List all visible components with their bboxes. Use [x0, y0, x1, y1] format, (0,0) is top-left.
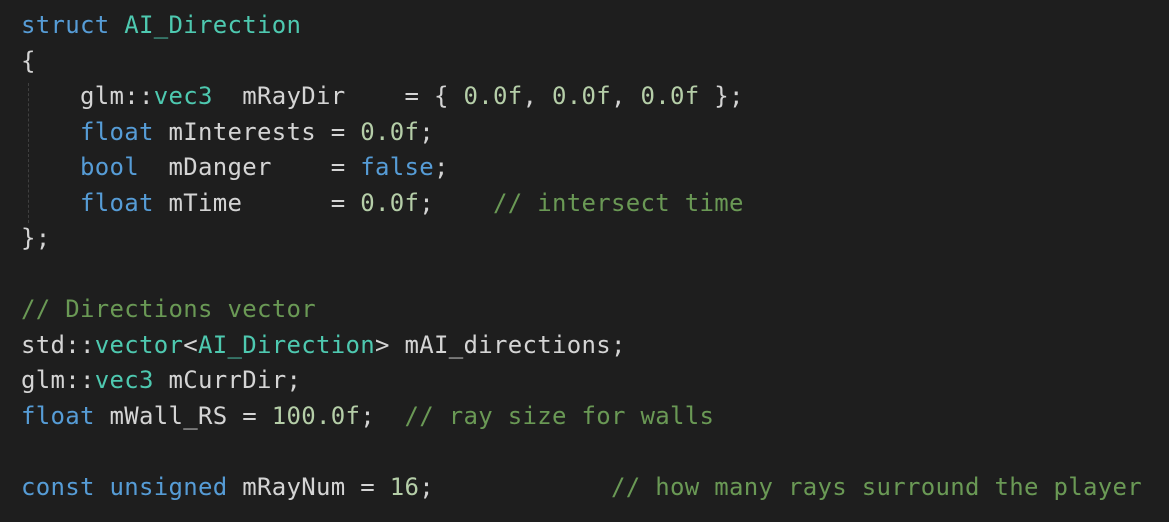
code-token: ; [360, 401, 405, 430]
code-token: bool [80, 153, 139, 181]
code-token: mTime = [153, 188, 361, 217]
code-token: ; [419, 188, 493, 217]
code-line[interactable]: float mInterests = 0.0f; [21, 115, 434, 151]
code-token: 16 [389, 472, 420, 501]
code-line[interactable]: float mWall_RS = 100.0f; // ray size for… [21, 399, 714, 435]
code-line[interactable]: glm::vec3 mRayDir = { 0.0f, 0.0f, 0.0f }… [21, 79, 744, 115]
code-token: mDanger = [139, 153, 361, 181]
code-token: , [611, 82, 641, 110]
code-token: mWall_RS = [94, 401, 272, 430]
code-token: // how many rays surround the player [611, 472, 1142, 501]
code-token: 0.0f [552, 82, 611, 110]
code-token: 0.0f [640, 82, 700, 110]
code-token: glm:: [21, 366, 95, 394]
code-line[interactable]: // Directions vector [21, 292, 316, 328]
code-token: AI_Direction [124, 11, 302, 39]
code-token: // intersect time [493, 188, 744, 217]
code-token: ; [434, 153, 449, 181]
code-line[interactable]: glm::vec3 mCurrDir; [21, 363, 301, 399]
code-token: mCurrDir; [153, 366, 302, 394]
code-token: { [21, 46, 36, 75]
code-token: AI_Direction [198, 330, 375, 359]
code-token: < [183, 330, 198, 359]
code-line[interactable]: }; [21, 221, 51, 257]
code-line[interactable]: const unsigned mRayNum = 16; // how many… [21, 470, 1142, 506]
code-token: unsigned [109, 472, 228, 501]
code-editor[interactable]: struct AI_Direction{ glm::vec3 mRayDir =… [0, 0, 1169, 522]
code-token: // Directions vector [21, 295, 316, 323]
code-line[interactable]: struct AI_Direction [21, 8, 301, 44]
code-token: 0.0f [360, 117, 420, 146]
code-token: > mAI_directions; [375, 330, 626, 359]
code-token: ; [419, 472, 611, 501]
code-token: mRayDir = { [212, 82, 464, 110]
code-token: struct [21, 11, 125, 39]
code-token: vector [94, 330, 184, 359]
code-token: , [522, 82, 552, 110]
code-token: false [360, 153, 434, 181]
code-token: 100.0f [271, 401, 361, 430]
code-token: }; [21, 224, 51, 252]
code-token: float [80, 188, 154, 217]
code-token: const [21, 472, 95, 501]
code-line[interactable]: std::vector<AI_Direction> mAI_directions… [21, 328, 626, 364]
code-token: }; [699, 82, 744, 110]
code-token: mRayNum = [227, 472, 390, 501]
code-token: glm:: [21, 82, 154, 110]
code-token: std:: [21, 330, 95, 359]
code-token: vec3 [94, 366, 154, 394]
code-token: vec3 [153, 82, 213, 110]
code-token: float [80, 117, 154, 146]
code-line[interactable]: float mTime = 0.0f; // intersect time [21, 186, 744, 222]
code-token: 0.0f [360, 188, 420, 217]
code-line[interactable]: bool mDanger = false; [21, 150, 449, 186]
code-token: // ray size for walls [404, 401, 715, 430]
code-token: ; [419, 117, 434, 146]
code-token: 0.0f [463, 82, 523, 110]
code-token: float [21, 401, 95, 430]
code-token: mInterests = [153, 117, 361, 146]
code-line[interactable]: { [21, 44, 36, 80]
